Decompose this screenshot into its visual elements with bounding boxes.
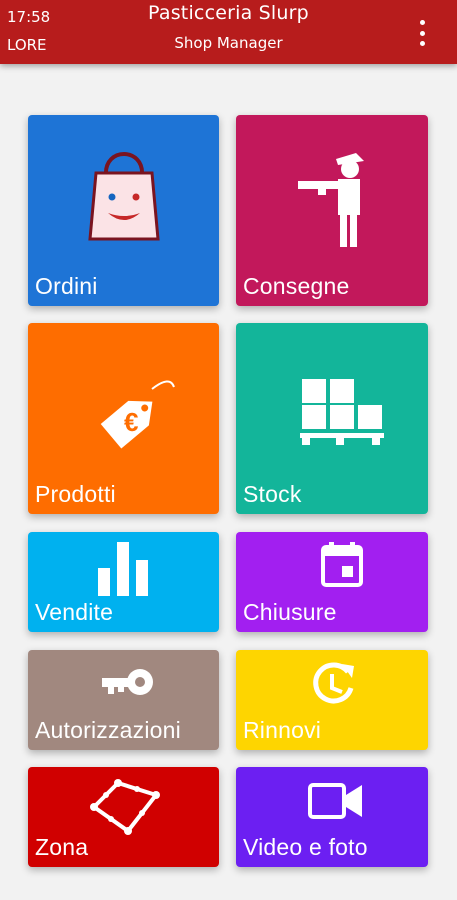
- tile-chiusure[interactable]: Chiusure: [236, 532, 428, 632]
- tile-label-vendite: Vendite: [35, 599, 114, 625]
- tile-label-ordini: Ordini: [35, 273, 98, 299]
- key-icon: [102, 669, 153, 695]
- tile-stock[interactable]: Stock: [236, 323, 428, 514]
- tile-label-chiusure: Chiusure: [243, 599, 337, 625]
- tile-label-consegne: Consegne: [243, 273, 350, 299]
- zone-polygon-icon: [90, 779, 160, 835]
- tile-ordini[interactable]: Ordini: [28, 115, 219, 306]
- video-camera-icon: [308, 783, 362, 819]
- tile-rinnovi[interactable]: Rinnovi: [236, 650, 428, 750]
- delivery-person-icon: [298, 153, 364, 247]
- tile-label-rinnovi: Rinnovi: [243, 717, 322, 743]
- renew-clock-icon: [313, 662, 354, 704]
- shopping-bag-face-icon: [88, 152, 160, 241]
- app-subtitle: Shop Manager: [174, 34, 283, 52]
- tile-video-e-foto[interactable]: Video e foto: [236, 767, 428, 867]
- euro-price-tag-icon: €: [100, 380, 175, 449]
- tile-consegne[interactable]: Consegne: [236, 115, 428, 306]
- app-bar: 17:58 LORE Pasticceria Slurp Shop Manage…: [0, 0, 457, 64]
- bar-chart-icon: [98, 542, 148, 596]
- svg-text:€: €: [124, 407, 138, 437]
- app-title: Pasticceria Slurp: [148, 2, 309, 24]
- tile-label-autorizzazioni: Autorizzazioni: [35, 717, 181, 743]
- pallet-boxes-icon: [300, 379, 384, 445]
- tile-zona[interactable]: Zona: [28, 767, 219, 867]
- tile-label-prodotti: Prodotti: [35, 481, 116, 507]
- tile-autorizzazioni[interactable]: Autorizzazioni: [28, 650, 219, 750]
- tile-label-video-e-foto: Video e foto: [243, 834, 368, 860]
- more-vert-icon[interactable]: [415, 20, 429, 46]
- tile-vendite[interactable]: Vendite: [28, 532, 219, 632]
- tile-label-zona: Zona: [35, 834, 89, 860]
- tile-prodotti[interactable]: € Prodotti: [28, 323, 219, 514]
- tile-label-stock: Stock: [243, 481, 302, 507]
- calendar-icon: [321, 542, 363, 587]
